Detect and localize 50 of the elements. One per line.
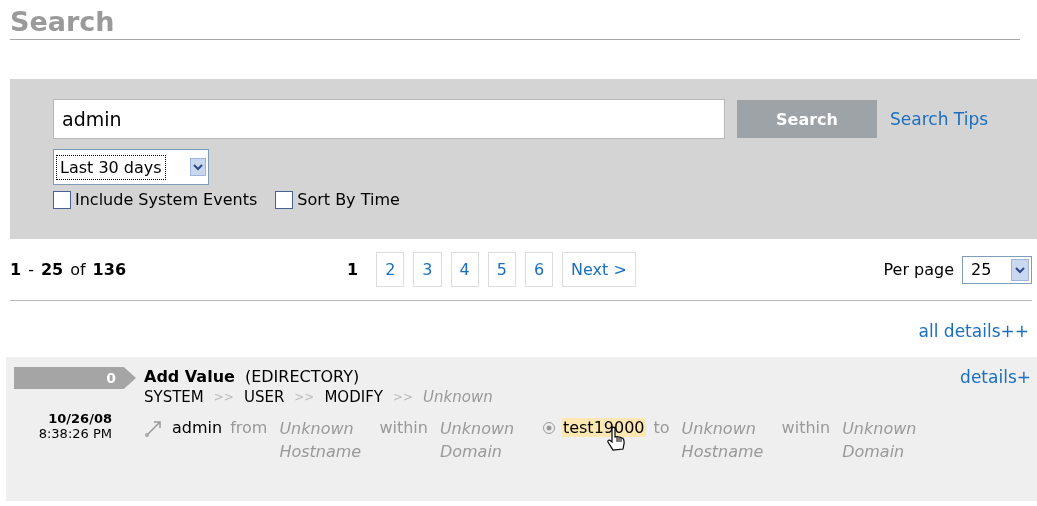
taxonomy-item: MODIFY — [324, 388, 383, 406]
event-name: Add Value — [144, 367, 235, 386]
path-separator: >> — [213, 390, 234, 404]
of-label: of — [70, 260, 86, 279]
to-label: to — [653, 418, 670, 437]
date-range-dropdown[interactable]: Last 30 days — [53, 149, 209, 185]
path-separator: >> — [392, 390, 414, 404]
caret-icon — [190, 158, 206, 176]
range-start: 1 — [10, 260, 22, 279]
page-link[interactable]: 6 — [524, 252, 554, 287]
page-title: Search — [10, 0, 1020, 40]
within-label: within — [781, 418, 831, 437]
event-time: 8:38:26 PM — [37, 426, 113, 441]
event-date: 10/26/08 — [47, 411, 113, 426]
page-link[interactable]: 3 — [413, 252, 442, 287]
all-details-link[interactable]: all details++ — [918, 321, 1029, 341]
initiator-host: Unknown Hostname — [279, 418, 363, 463]
page-link[interactable]: 2 — [376, 252, 405, 287]
details-link[interactable]: details+ — [960, 367, 1031, 387]
checkbox-label: Include System Events — [75, 190, 258, 209]
search-field[interactable]: admin — [53, 99, 725, 139]
within-label: within — [379, 418, 428, 437]
per-page-dropdown[interactable]: 25 — [962, 255, 1032, 284]
taxonomy-item: Unknown — [423, 388, 493, 406]
checkbox-label: Sort By Time — [297, 190, 400, 209]
taxonomy-item: USER — [243, 388, 285, 406]
target-name[interactable]: test19000 — [561, 418, 646, 437]
total-count: 136 — [92, 260, 126, 279]
next-page-button[interactable]: Next > — [562, 252, 636, 287]
initiator-domain: Unknown Domain — [439, 418, 516, 463]
from-label: from — [230, 418, 268, 437]
target-host: Unknown Hostname — [681, 418, 765, 463]
search-tips-link[interactable]: Search Tips — [890, 109, 989, 129]
initiator-name: admin — [172, 418, 223, 437]
target-icon — [541, 421, 556, 435]
severity-flag: 0 — [14, 367, 136, 389]
path-separator: >> — [294, 390, 315, 404]
caret-icon — [1011, 258, 1029, 281]
range-end: 25 — [40, 260, 64, 279]
arrow-icon — [144, 418, 164, 438]
taxonomy-item: SYSTEM — [144, 388, 204, 406]
range-separator: - — [28, 260, 34, 279]
target-domain: Unknown Domain — [842, 418, 918, 463]
event-source: (EDIRECTORY) — [244, 367, 360, 386]
checkbox[interactable] — [53, 190, 71, 209]
per-page-label: Per page — [883, 260, 954, 279]
page-link[interactable]: 5 — [487, 252, 516, 287]
page-link[interactable]: 4 — [450, 252, 479, 287]
checkbox[interactable] — [275, 190, 294, 209]
page-link[interactable]: 1 — [338, 252, 368, 287]
